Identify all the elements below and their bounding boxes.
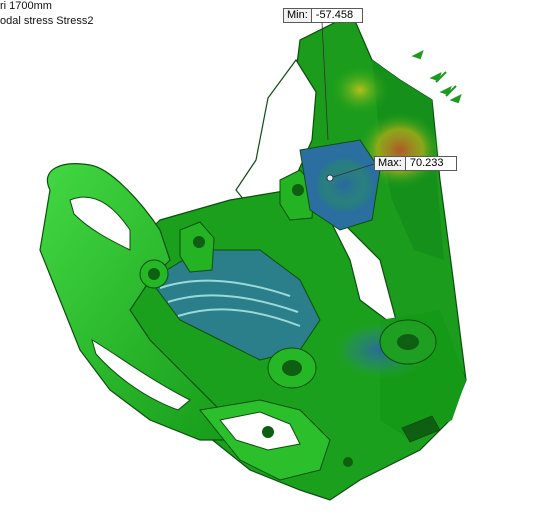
stress-plot-viewport[interactable] <box>0 0 557 514</box>
center-boss-hole <box>282 360 302 376</box>
min-probe-value: -57.458 <box>311 8 363 23</box>
max-probe-value: 70.233 <box>405 156 457 171</box>
upper-lug-hole <box>292 184 304 196</box>
right-wall-stress-yellow <box>330 65 390 115</box>
lower-small-hole <box>262 426 274 438</box>
max-probe-point <box>326 174 334 182</box>
min-stress-probe[interactable]: Min: -57.458 <box>283 8 363 23</box>
max-probe-label: Max: <box>374 156 406 171</box>
bottom-hole <box>343 457 353 467</box>
max-stress-probe[interactable]: Max: 70.233 <box>374 156 457 171</box>
left-lug-hole <box>193 236 205 248</box>
right-boss-hole <box>397 334 419 350</box>
min-probe-label: Min: <box>283 8 312 23</box>
clevis-stress-blue <box>315 157 375 213</box>
left-boss-hole <box>148 268 160 280</box>
